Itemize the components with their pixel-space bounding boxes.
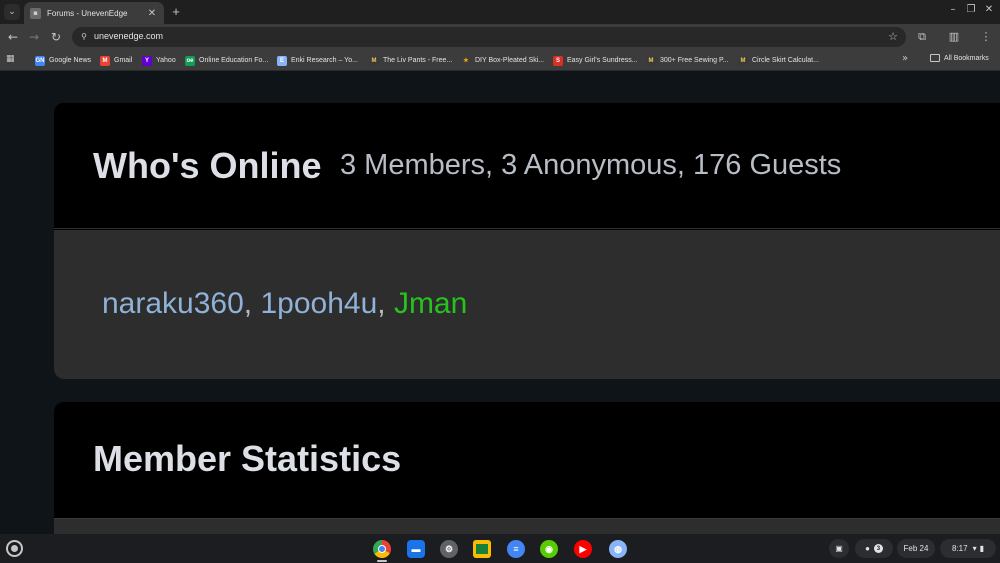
members-line: naraku360, 1pooh4u, Jman [102, 287, 467, 321]
member-statistics-card: Member Statistics [54, 402, 1000, 534]
bookmark-box-pleated[interactable]: ★ DIY Box-Pleated Ski... [461, 54, 544, 67]
bookmark-star-icon[interactable]: ☆ [888, 30, 898, 43]
bookmark-label: Circle Skirt Calculat... [752, 57, 819, 64]
online-summary: 3 Members, 3 Anonymous, 176 Guests [340, 149, 842, 181]
separator: , [377, 287, 394, 320]
page-content: Who's Online 3 Members, 3 Anonymous, 176… [0, 72, 1000, 534]
education-icon: oe [185, 55, 195, 66]
date-text: Feb 24 [903, 544, 929, 553]
bookmark-liv-pants[interactable]: M The Liv Pants - Free... [369, 54, 452, 67]
bookmark-label: 300+ Free Sewing P... [660, 57, 729, 64]
docs-icon[interactable]: ≡ [507, 540, 525, 558]
web-app-icon[interactable]: ◍ [609, 540, 627, 558]
whos-online-header: Who's Online 3 Members, 3 Anonymous, 176… [54, 103, 1000, 229]
bookmark-label: Easy Girl's Sundress... [567, 57, 638, 64]
tab-strip: ⌄ ▪ Forums - UnevenEdge ✕ + – ❐ ✕ [0, 0, 1000, 24]
yahoo-icon: Y [142, 55, 152, 66]
chrome-icon[interactable] [373, 540, 391, 558]
whos-online-title: Who's Online [93, 145, 322, 186]
all-bookmarks[interactable]: All Bookmarks [930, 54, 989, 62]
time-text: 8:17 [952, 544, 968, 553]
member-statistics-title: Member Statistics [93, 438, 402, 479]
files-icon[interactable]: ▬ [407, 540, 425, 558]
member-link-jman[interactable]: Jman [394, 287, 467, 320]
status-area[interactable]: 8:17 ▾ ▮ [940, 539, 996, 558]
back-arrow-icon[interactable]: ← [5, 29, 21, 45]
new-tab-plus-icon[interactable]: + [168, 4, 184, 20]
mood-fabrics-icon: M [738, 55, 748, 66]
mood-fabrics-icon: M [646, 55, 656, 66]
gmail-icon: M [100, 55, 110, 66]
os-shelf: ▬ ⚙ ≡ ◉ ▶ ◍ ▣ ● 3 Feb 24 8:17 ▾ ▮ [0, 534, 1000, 563]
notification-count: 3 [873, 544, 883, 553]
launcher-icon[interactable] [6, 540, 23, 557]
tab-forums[interactable]: ▪ Forums - UnevenEdge ✕ [24, 2, 164, 24]
online-members-list: naraku360, 1pooh4u, Jman [54, 230, 1000, 379]
battery-icon: ▮ [979, 544, 984, 553]
mood-fabrics-icon: M [369, 55, 379, 66]
bookmark-free-sewing[interactable]: M 300+ Free Sewing P... [646, 54, 729, 67]
wifi-icon: ▾ [972, 544, 977, 553]
minimize-icon[interactable]: – [946, 4, 960, 15]
bookmark-label: DIY Box-Pleated Ski... [475, 57, 545, 64]
bookmark-gmail[interactable]: M Gmail [100, 54, 132, 67]
reload-icon[interactable]: ↻ [48, 29, 64, 45]
all-bookmarks-label: All Bookmarks [944, 54, 989, 62]
holding-space-icon[interactable]: ▣ [829, 539, 849, 558]
bookmark-label: Online Education Fo... [199, 57, 269, 64]
more-bookmarks-chevron-icon[interactable]: » [902, 53, 908, 64]
folder-icon [930, 54, 940, 62]
date-button[interactable]: Feb 24 [897, 539, 935, 558]
google-news-icon: GN [35, 55, 45, 66]
forward-arrow-icon[interactable]: → [26, 29, 42, 45]
bookmark-label: Yahoo [156, 57, 176, 64]
bookmark-label: Enki Research – Yo... [291, 57, 358, 64]
youtube-icon[interactable]: ▶ [574, 540, 592, 558]
more-menu-icon[interactable]: ⋮ [978, 29, 994, 45]
diy-icon: ★ [463, 58, 469, 64]
settings-icon[interactable]: ⚙ [440, 540, 458, 558]
bell-icon: ● [865, 544, 870, 553]
bookmark-google-news[interactable]: GN Google News [35, 54, 91, 67]
site-favicon-icon: ▪ [30, 7, 41, 19]
bookmark-yahoo[interactable]: Y Yahoo [142, 54, 176, 67]
bookmark-label: The Liv Pants - Free... [383, 57, 453, 64]
bookmark-label: Google News [49, 57, 92, 64]
bookmark-label: Gmail [114, 57, 133, 64]
duolingo-icon[interactable]: ◉ [540, 540, 558, 558]
tab-title: Forums - UnevenEdge [47, 8, 128, 18]
restore-window-icon[interactable]: ❐ [964, 4, 978, 15]
close-window-icon[interactable]: ✕ [982, 4, 996, 15]
extensions-puzzle-icon[interactable]: ⧉ [914, 29, 930, 45]
bookmark-enki-research[interactable]: E Enki Research – Yo... [277, 54, 358, 67]
whos-online-card: Who's Online 3 Members, 3 Anonymous, 176… [54, 103, 1000, 379]
close-tab-icon[interactable]: ✕ [146, 8, 158, 19]
member-link-naraku360[interactable]: naraku360 [102, 287, 244, 320]
bookmark-circle-skirt[interactable]: M Circle Skirt Calculat... [738, 54, 819, 67]
bookmark-online-education[interactable]: oe Online Education Fo... [185, 54, 268, 67]
trash-icon[interactable]: ▥ [946, 29, 962, 45]
apps-grid-icon[interactable]: ▦ [6, 54, 18, 66]
member-statistics-body [54, 518, 1000, 534]
notifications-button[interactable]: ● 3 [855, 539, 893, 558]
running-indicator [377, 560, 387, 562]
site-info-icon[interactable]: ⚲ [78, 31, 90, 43]
bookmark-sundress[interactable]: S Easy Girl's Sundress... [553, 54, 638, 67]
enki-icon: E [277, 55, 287, 66]
classroom-icon[interactable] [473, 540, 491, 558]
tab-search-chevron-icon[interactable]: ⌄ [4, 4, 20, 20]
member-link-1pooh4u[interactable]: 1pooh4u [260, 287, 377, 320]
separator: , [243, 287, 261, 320]
bookmarks-bar: ▦ GN Google News M Gmail Y Yahoo oe Onli… [0, 50, 1000, 71]
browser-toolbar: ← → ↻ ⚲ unevenedge.com ☆ ⧉ ▥ ⋮ [0, 24, 1000, 50]
url-text[interactable]: unevenedge.com [94, 31, 163, 41]
address-bar[interactable]: ⚲ unevenedge.com ☆ [72, 27, 906, 47]
sewing-icon: S [553, 55, 563, 66]
